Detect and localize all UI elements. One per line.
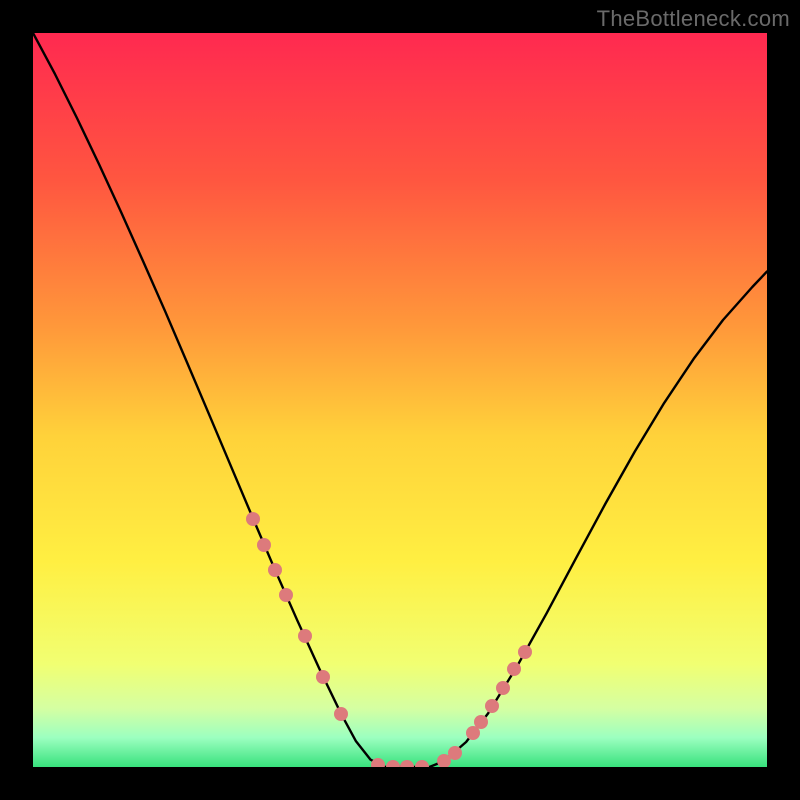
scatter-dot [386,760,400,767]
watermark-text: TheBottleneck.com [597,6,790,32]
chart-stage: TheBottleneck.com [0,0,800,800]
bottleneck-curve [33,33,767,767]
scatter-dot [485,699,499,713]
scatter-dot [298,629,312,643]
scatter-dot [518,645,532,659]
scatter-dot [316,670,330,684]
scatter-dot [474,715,488,729]
scatter-dot [246,512,260,526]
scatter-dot [257,538,271,552]
scatter-dot [496,681,510,695]
scatter-dot [371,758,385,767]
scatter-dot [268,563,282,577]
scatter-dot [279,588,293,602]
scatter-dot [507,662,521,676]
scatter-dot [400,760,414,767]
plot-area [33,33,767,767]
scatter-dot [448,746,462,760]
scatter-dot [415,760,429,767]
scatter-dot [334,707,348,721]
